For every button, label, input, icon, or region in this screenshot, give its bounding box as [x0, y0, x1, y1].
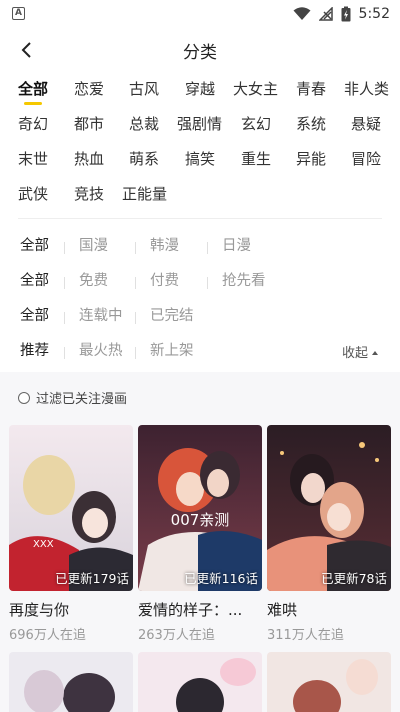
update-badge: 已更新78话	[321, 571, 387, 586]
comic-followers: 311万人在追	[267, 628, 344, 643]
comic-title: 再度与你	[9, 601, 70, 619]
separator	[135, 347, 136, 359]
comic-cover: 007亲测 已更新116话	[138, 425, 262, 591]
filter-region-japanese[interactable]: 日漫	[222, 234, 251, 255]
genre-hot-blooded[interactable]: 热血	[74, 148, 104, 169]
comic-followers: 263万人在追	[138, 628, 215, 643]
filter-status-ongoing[interactable]: 连载中	[79, 304, 123, 325]
radio-icon	[18, 391, 30, 404]
svg-text:XXX: XXX	[33, 539, 54, 550]
genre-adventure[interactable]: 冒险	[351, 148, 381, 169]
comic-card-partial[interactable]	[138, 652, 262, 712]
separator	[64, 312, 65, 324]
genre-youth[interactable]: 青春	[296, 78, 326, 99]
battery-charging-icon	[341, 6, 351, 22]
comic-card[interactable]: 已更新78话 难哄 311万人在追	[267, 425, 391, 643]
comic-card-partial[interactable]	[9, 652, 133, 712]
genre-ancient[interactable]: 古风	[129, 78, 159, 99]
genre-system[interactable]: 系统	[296, 113, 326, 134]
app-notification-icon: A	[12, 7, 25, 20]
collapse-label: 收起	[341, 346, 368, 361]
separator	[64, 242, 65, 254]
genre-nonhuman[interactable]: 非人类	[344, 78, 389, 99]
filter-row-region: 全部 国漫 韩漫 日漫	[0, 234, 400, 264]
filter-price-paid[interactable]: 付费	[150, 269, 179, 290]
update-badge: 已更新179话	[55, 571, 129, 586]
wifi-icon	[293, 7, 311, 20]
genre-comedy[interactable]: 搞笑	[185, 148, 215, 169]
comic-card[interactable]: 007亲测 已更新116话 爱情的样子：... 263万人在追	[138, 425, 262, 643]
genre-apocalypse[interactable]: 末世	[18, 148, 48, 169]
comic-title: 难哄	[267, 601, 298, 619]
genre-strong-plot[interactable]: 强剧情	[177, 113, 222, 134]
cover-art	[267, 425, 391, 591]
filter-price-all[interactable]: 全部	[20, 269, 49, 290]
cover-art	[267, 652, 391, 712]
filter-region-korean[interactable]: 韩漫	[150, 234, 179, 255]
comic-title: 爱情的样子：...	[138, 601, 243, 619]
cover-art	[138, 652, 262, 712]
header: 分类	[0, 28, 400, 72]
filter-price-free[interactable]: 免费	[79, 269, 108, 290]
comic-card-partial[interactable]	[267, 652, 391, 712]
divider	[18, 218, 382, 219]
separator	[64, 347, 65, 359]
filter-followed-label: 过滤已关注漫画	[36, 392, 128, 407]
sort-hottest[interactable]: 最火热	[79, 339, 123, 360]
genre-row-1: 全部 恋爱 古风 穿越 大女主 青春 非人类	[0, 78, 400, 108]
collapse-button[interactable]: 收起	[342, 342, 378, 361]
genre-sports[interactable]: 竞技	[74, 183, 104, 204]
status-bar: A 5:52	[0, 0, 400, 28]
genre-row-4: 武侠 竞技 正能量	[0, 183, 400, 213]
update-badge: 已更新116话	[184, 571, 258, 586]
filter-price-early-access[interactable]: 抢先看	[222, 269, 266, 290]
page-title: 分类	[183, 43, 217, 63]
genre-row-2: 奇幻 都市 总裁 强剧情 玄幻 系统 悬疑	[0, 113, 400, 143]
no-signal-icon	[318, 7, 333, 21]
genre-romance[interactable]: 恋爱	[74, 78, 104, 99]
sort-recommended[interactable]: 推荐	[20, 339, 49, 360]
separator	[207, 277, 208, 289]
genre-rebirth[interactable]: 重生	[241, 148, 271, 169]
genre-superpower[interactable]: 异能	[296, 148, 326, 169]
filter-row-sort: 推荐 最火热 新上架 收起	[0, 339, 400, 369]
filter-status-all[interactable]: 全部	[20, 304, 49, 325]
comic-followers: 696万人在追	[9, 628, 86, 643]
status-icons: 5:52	[293, 4, 390, 24]
genre-fantasy[interactable]: 奇幻	[18, 113, 48, 134]
filter-region-domestic[interactable]: 国漫	[79, 234, 108, 255]
caret-up-icon	[372, 351, 378, 355]
cover-art: XXX	[9, 425, 133, 591]
cover-art	[9, 652, 133, 712]
filter-row-status: 全部 连载中 已完结	[0, 304, 400, 334]
sort-newest[interactable]: 新上架	[150, 339, 194, 360]
comic-cover: 已更新78话	[267, 425, 391, 591]
separator	[135, 242, 136, 254]
separator	[135, 277, 136, 289]
genre-row-3: 末世 热血 萌系 搞笑 重生 异能 冒险	[0, 148, 400, 178]
genre-cute[interactable]: 萌系	[129, 148, 159, 169]
separator	[207, 242, 208, 254]
cover-art	[138, 425, 262, 591]
genre-urban[interactable]: 都市	[74, 113, 104, 134]
separator	[135, 312, 136, 324]
comic-cover: XXX 已更新179话	[9, 425, 133, 591]
genre-xuanhuan[interactable]: 玄幻	[241, 113, 271, 134]
genre-all[interactable]: 全部	[18, 78, 48, 105]
genre-wuxia[interactable]: 武侠	[18, 183, 48, 204]
genre-positive[interactable]: 正能量	[122, 183, 167, 204]
genre-time-travel[interactable]: 穿越	[185, 78, 215, 99]
filter-followed-toggle[interactable]: 过滤已关注漫画	[18, 388, 127, 407]
genre-ceo[interactable]: 总裁	[129, 113, 159, 134]
filter-region-all[interactable]: 全部	[20, 234, 49, 255]
genre-heroine[interactable]: 大女主	[233, 78, 278, 99]
clock: 5:52	[358, 6, 390, 22]
filter-status-completed[interactable]: 已完结	[150, 304, 194, 325]
genre-mystery[interactable]: 悬疑	[351, 113, 381, 134]
comic-card[interactable]: XXX 已更新179话 再度与你 696万人在追	[9, 425, 133, 643]
separator	[64, 277, 65, 289]
filter-row-price: 全部 免费 付费 抢先看	[0, 269, 400, 299]
watermark-text: 007亲测	[170, 511, 230, 529]
